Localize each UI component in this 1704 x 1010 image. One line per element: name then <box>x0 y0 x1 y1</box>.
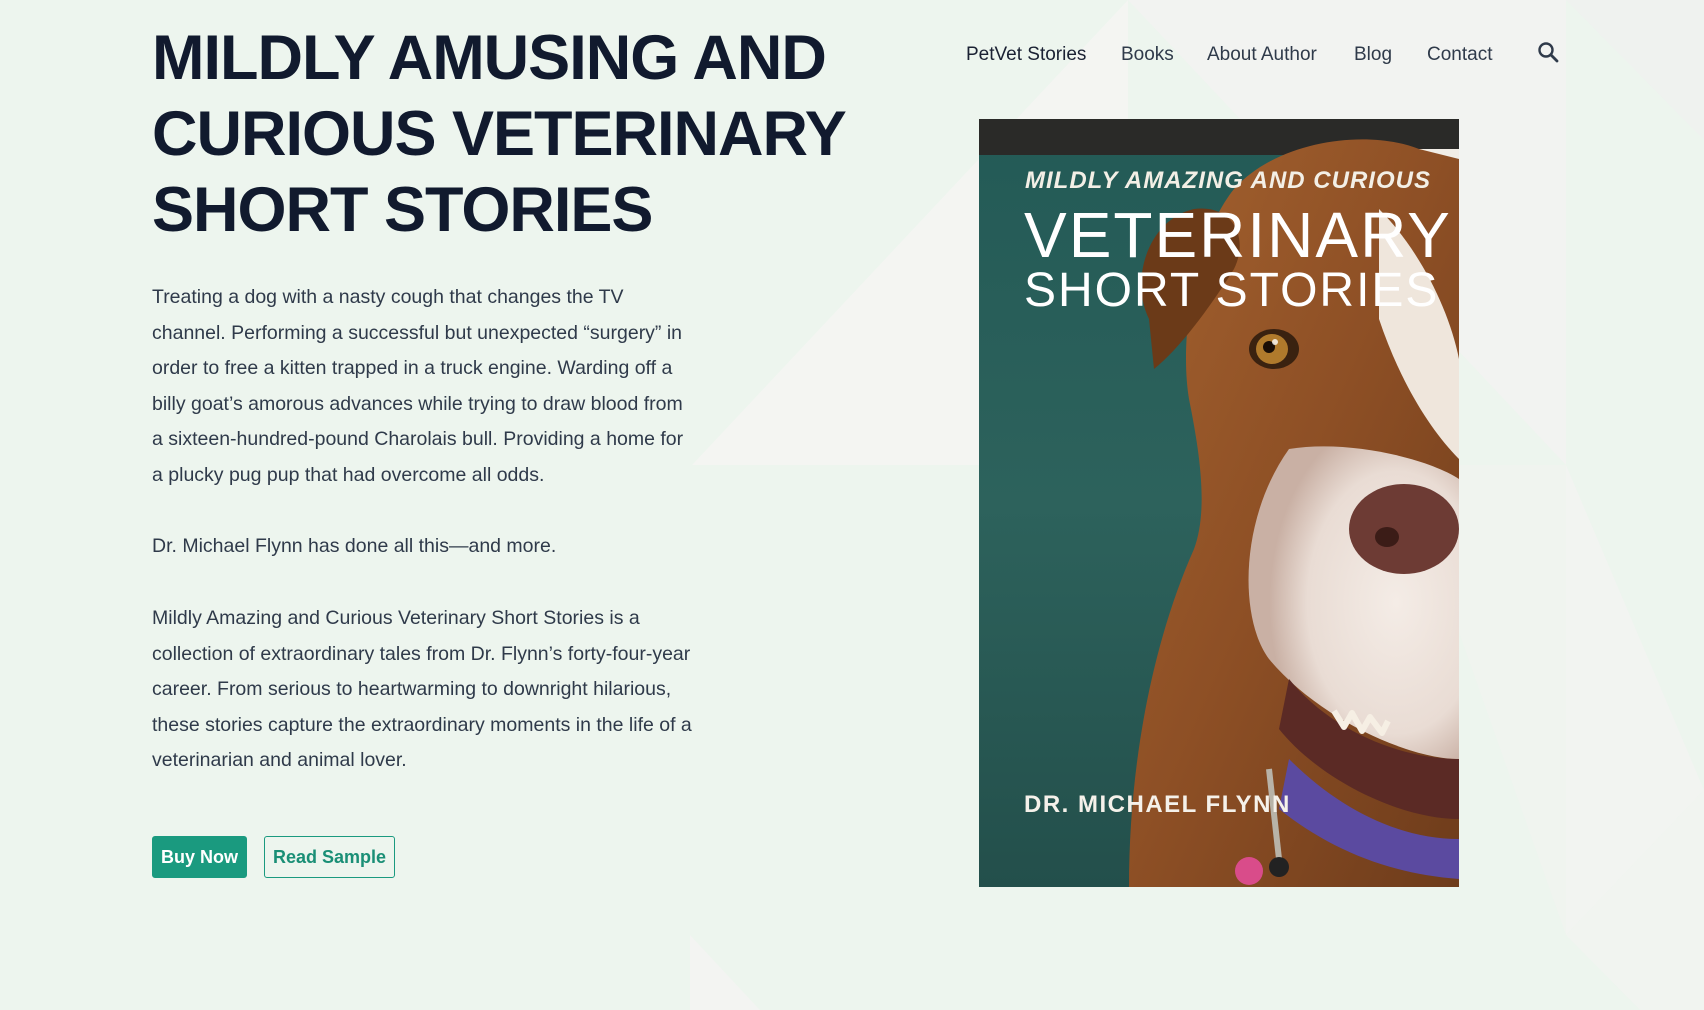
nav-item-petvet-stories[interactable]: PetVet Stories <box>966 44 1086 66</box>
page: PetVet Stories Books About Author Blog C… <box>0 0 1704 1010</box>
cover-kicker: MILDLY AMAZING AND CURIOUS <box>1025 167 1431 194</box>
title-line: MILDLY AMUSING AND <box>152 23 827 93</box>
description-paragraph: Treating a dog with a nasty cough that c… <box>152 286 684 486</box>
nav-item-contact[interactable]: Contact <box>1427 44 1492 66</box>
title-line: CURIOUS VETERINARY <box>152 99 847 169</box>
search-icon[interactable] <box>1536 40 1562 66</box>
book-cover[interactable]: MILDLY AMAZING AND CURIOUS VETERINARY SH… <box>979 119 1459 887</box>
page-title: MILDLY AMUSING AND CURIOUS VETERINARY SH… <box>152 20 852 248</box>
nav-item-blog[interactable]: Blog <box>1354 44 1392 66</box>
title-line: SHORT STORIES <box>152 175 653 245</box>
buy-now-button[interactable]: Buy Now <box>152 836 247 878</box>
cover-subtitle: SHORT STORIES <box>1024 264 1440 317</box>
read-sample-button[interactable]: Read Sample <box>264 836 395 878</box>
description-paragraph: Mildly Amazing and Curious Veterinary Sh… <box>152 607 692 771</box>
nav-item-about-author[interactable]: About Author <box>1207 44 1317 66</box>
nav-item-books[interactable]: Books <box>1121 44 1174 66</box>
description-paragraph: Dr. Michael Flynn has done all this—and … <box>152 535 557 557</box>
cover-author: DR. MICHAEL FLYNN <box>1024 791 1291 818</box>
